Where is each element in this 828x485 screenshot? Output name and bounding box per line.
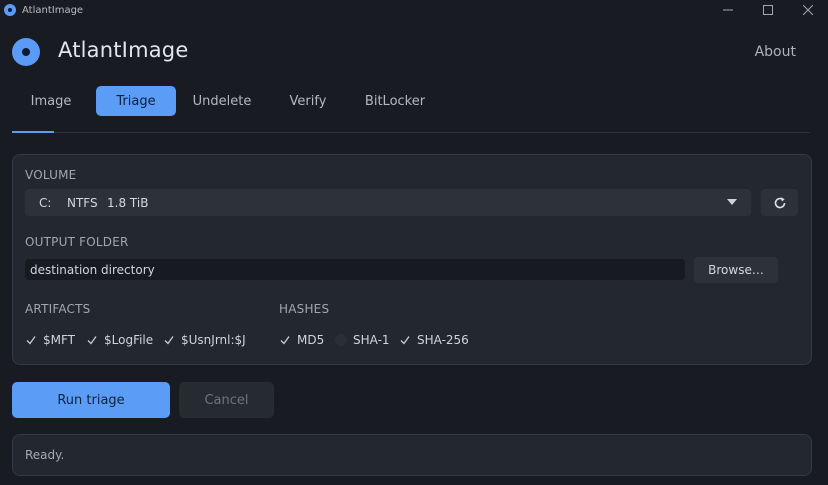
minimize-button[interactable] xyxy=(708,0,748,20)
title-bar: AtlantImage xyxy=(0,0,828,20)
refresh-icon xyxy=(774,196,785,208)
artifact-mft-checkbox[interactable]: $MFT xyxy=(25,331,75,349)
tab-divider xyxy=(12,132,810,133)
unchecked-icon xyxy=(335,334,347,346)
output-folder-input[interactable] xyxy=(25,259,685,280)
status-bar: Ready. xyxy=(12,434,812,476)
hash-md5-label: MD5 xyxy=(297,333,325,347)
output-folder-label: OUTPUT FOLDER xyxy=(25,235,129,249)
hash-md5-checkbox[interactable]: MD5 xyxy=(279,331,324,349)
artifact-usnjrnl-checkbox[interactable]: $UsnJrnl:$J xyxy=(163,331,246,349)
volume-drive: C: xyxy=(39,195,52,210)
checkmark-icon xyxy=(86,334,98,346)
refresh-volumes-button[interactable] xyxy=(761,189,798,216)
window-title: AtlantImage xyxy=(22,4,84,16)
artifact-mft-label: $MFT xyxy=(43,333,76,347)
tab-triage[interactable]: Triage xyxy=(96,86,176,116)
tab-indicator xyxy=(12,131,54,133)
volume-size: 1.8 TiB xyxy=(107,195,149,210)
minimize-icon xyxy=(723,9,733,11)
close-icon xyxy=(803,5,813,15)
tab-image[interactable]: Image xyxy=(20,86,82,116)
app-window-icon xyxy=(4,4,16,16)
hash-sha1-checkbox[interactable]: SHA-1 xyxy=(335,331,390,349)
maximize-icon xyxy=(763,5,773,15)
cancel-button[interactable]: Cancel xyxy=(179,382,274,418)
tab-bitlocker[interactable]: BitLocker xyxy=(358,86,432,116)
checkmark-icon xyxy=(399,334,411,346)
tab-undelete[interactable]: Undelete xyxy=(188,86,256,116)
artifacts-label: ARTIFACTS xyxy=(25,302,91,316)
about-link[interactable]: About xyxy=(755,44,796,60)
checkmark-icon xyxy=(163,334,175,346)
triage-panel: VOLUME C: NTFS 1.8 TiB OUTPUT FOLDER Bro… xyxy=(12,154,812,365)
hash-sha256-checkbox[interactable]: SHA-256 xyxy=(399,331,469,349)
tab-verify[interactable]: Verify xyxy=(280,86,336,116)
app-title: AtlantImage xyxy=(58,38,189,62)
browse-button[interactable]: Browse… xyxy=(694,257,778,283)
volume-select[interactable]: C: NTFS 1.8 TiB xyxy=(25,189,751,216)
volume-filesystem: NTFS xyxy=(67,195,98,210)
volume-label: VOLUME xyxy=(25,168,77,182)
window-controls xyxy=(708,0,828,20)
checkmark-icon xyxy=(279,334,291,346)
artifact-logfile-label: $LogFile xyxy=(104,333,154,347)
status-text: Ready. xyxy=(25,448,65,462)
checkmark-icon xyxy=(25,334,37,346)
run-triage-button[interactable]: Run triage xyxy=(12,382,170,418)
maximize-button[interactable] xyxy=(748,0,788,20)
app-logo-icon xyxy=(12,38,40,66)
chevron-down-icon xyxy=(727,199,737,205)
artifact-logfile-checkbox[interactable]: $LogFile xyxy=(86,331,153,349)
hash-sha256-label: SHA-256 xyxy=(417,333,469,347)
hashes-label: HASHES xyxy=(279,302,330,316)
artifact-usnjrnl-label: $UsnJrnl:$J xyxy=(181,333,246,347)
close-button[interactable] xyxy=(788,0,828,20)
hash-sha1-label: SHA-1 xyxy=(353,333,390,347)
